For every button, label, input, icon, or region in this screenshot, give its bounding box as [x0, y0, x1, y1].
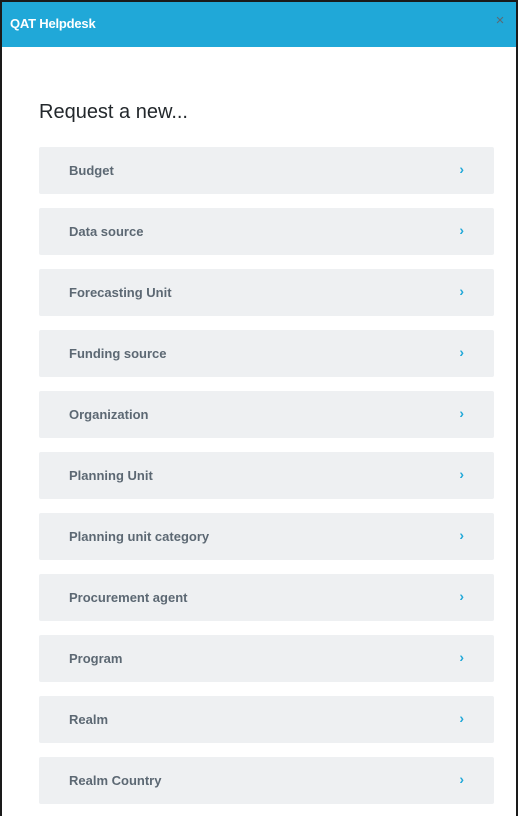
helpdesk-dialog: QAT Helpdesk × Request a new... Budget ›… — [0, 0, 518, 816]
request-item-label: Realm Country — [69, 773, 162, 788]
request-item-planning-unit[interactable]: Planning Unit › — [39, 452, 494, 499]
request-item-realm[interactable]: Realm › — [39, 696, 494, 743]
request-item-label: Organization — [69, 407, 149, 422]
request-item-program[interactable]: Program › — [39, 635, 494, 682]
request-item-budget[interactable]: Budget › — [39, 147, 494, 194]
chevron-right-icon: › — [459, 405, 464, 421]
request-item-forecasting-unit[interactable]: Forecasting Unit › — [39, 269, 494, 316]
page-title: Request a new... — [39, 101, 188, 123]
chevron-right-icon: › — [459, 222, 464, 238]
request-item-planning-unit-category[interactable]: Planning unit category › — [39, 513, 494, 560]
request-item-funding-source[interactable]: Funding source › — [39, 330, 494, 377]
request-item-label: Forecasting Unit — [69, 285, 172, 300]
chevron-right-icon: › — [459, 161, 464, 177]
request-item-data-source[interactable]: Data source › — [39, 208, 494, 255]
request-item-label: Data source — [69, 224, 144, 239]
dialog-title: QAT Helpdesk — [10, 16, 96, 31]
request-item-label: Planning Unit — [69, 468, 153, 483]
request-item-label: Funding source — [69, 346, 167, 361]
request-item-procurement-agent[interactable]: Procurement agent › — [39, 574, 494, 621]
close-icon[interactable]: × — [492, 13, 508, 29]
request-item-label: Budget — [69, 163, 114, 178]
chevron-right-icon: › — [459, 588, 464, 604]
chevron-right-icon: › — [459, 649, 464, 665]
chevron-right-icon: › — [459, 771, 464, 787]
request-item-label: Realm — [69, 712, 109, 727]
request-item-organization[interactable]: Organization › — [39, 391, 494, 438]
request-type-list: Budget › Data source › Forecasting Unit … — [39, 147, 494, 816]
chevron-right-icon: › — [459, 283, 464, 299]
request-item-label: Program — [69, 651, 123, 666]
chevron-right-icon: › — [459, 344, 464, 360]
dialog-header: QAT Helpdesk × — [2, 0, 516, 47]
request-item-realm-country[interactable]: Realm Country › — [39, 757, 494, 804]
request-item-label: Procurement agent — [69, 590, 188, 605]
chevron-right-icon: › — [459, 466, 464, 482]
request-item-label: Planning unit category — [69, 529, 210, 544]
chevron-right-icon: › — [459, 710, 464, 726]
chevron-right-icon: › — [459, 527, 464, 543]
